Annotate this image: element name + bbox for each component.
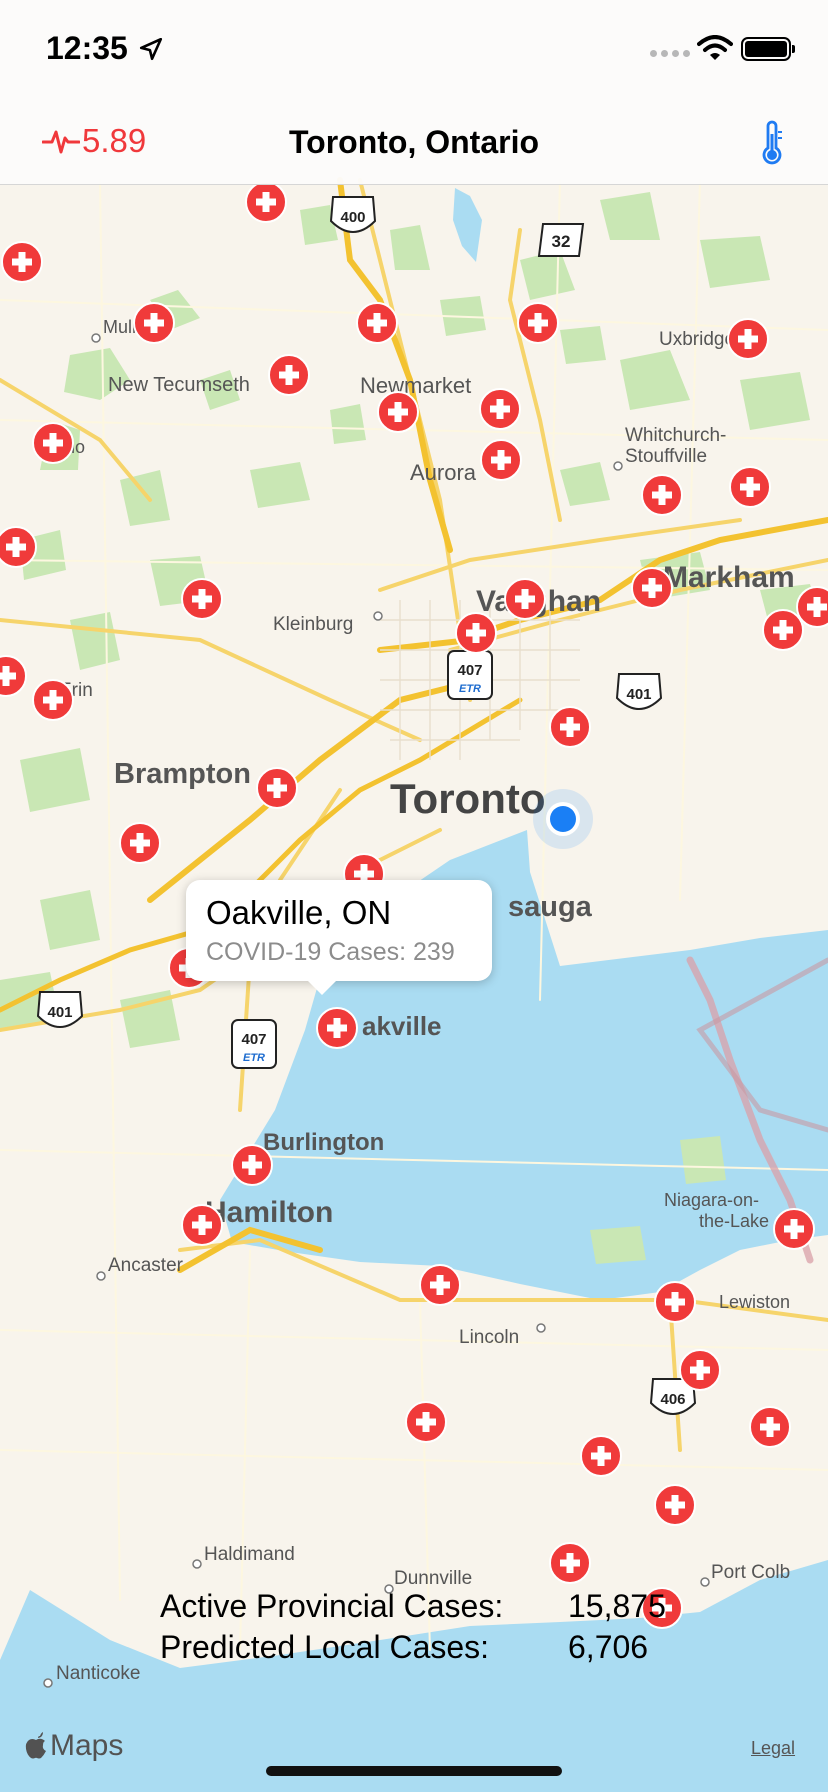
case-marker[interactable] bbox=[729, 466, 771, 508]
case-marker[interactable] bbox=[419, 1264, 461, 1306]
case-marker[interactable] bbox=[679, 1349, 721, 1391]
label-toronto: Toronto bbox=[390, 775, 546, 822]
case-marker[interactable] bbox=[654, 1484, 696, 1526]
shield-406-number: 406 bbox=[660, 1391, 685, 1408]
cellular-signal-icon bbox=[650, 50, 690, 57]
shield-407n-number: 407 bbox=[457, 662, 482, 679]
case-marker[interactable] bbox=[119, 822, 161, 864]
location-arrow-icon bbox=[139, 37, 163, 61]
label-nanticoke: Nanticoke bbox=[56, 1663, 141, 1684]
case-marker[interactable] bbox=[256, 767, 298, 809]
label-brampton: Brampton bbox=[114, 758, 251, 790]
highway-407-shield-north: 407 ETR bbox=[447, 650, 493, 700]
current-location-dot bbox=[533, 789, 593, 849]
case-marker[interactable] bbox=[32, 679, 74, 721]
case-marker[interactable] bbox=[405, 1401, 447, 1443]
label-kleinburg: Kleinburg bbox=[273, 614, 353, 635]
case-marker[interactable] bbox=[580, 1435, 622, 1477]
predicted-cases-value: 6,706 bbox=[568, 1629, 649, 1665]
shield-32-number: 32 bbox=[552, 232, 571, 251]
shield-401w-number: 401 bbox=[47, 1004, 72, 1021]
case-marker[interactable] bbox=[762, 609, 804, 651]
status-bar: 12:35 bbox=[0, 0, 828, 100]
status-time: 12:35 bbox=[46, 30, 128, 66]
case-marker[interactable] bbox=[727, 318, 769, 360]
label-ancaster: Ancaster bbox=[108, 1255, 184, 1276]
thermometer-icon[interactable] bbox=[758, 120, 786, 166]
home-indicator bbox=[266, 1766, 562, 1776]
case-marker[interactable] bbox=[245, 181, 287, 223]
case-marker[interactable] bbox=[181, 578, 223, 620]
callout-title: Oakville, ON bbox=[206, 894, 392, 931]
label-niagara-1: Niagara-on- bbox=[664, 1190, 759, 1210]
label-whitchurch-2: Stouffville bbox=[625, 446, 707, 467]
label-uxbridge: Uxbridge bbox=[659, 329, 735, 350]
case-marker[interactable] bbox=[377, 391, 419, 433]
case-marker[interactable] bbox=[455, 612, 497, 654]
case-marker[interactable] bbox=[641, 474, 683, 516]
battery-icon bbox=[741, 37, 795, 61]
maps-logo: Maps bbox=[24, 1729, 123, 1763]
predicted-cases-row: Predicted Local Cases: 6,706 bbox=[160, 1627, 666, 1668]
highway-32-shield: 32 bbox=[537, 223, 585, 257]
case-marker[interactable] bbox=[480, 439, 522, 481]
label-oakville: akville bbox=[362, 1011, 442, 1041]
legal-link[interactable]: Legal bbox=[751, 1738, 795, 1759]
case-marker[interactable] bbox=[181, 1204, 223, 1246]
shield-400-number: 400 bbox=[340, 209, 365, 226]
callout-case-count: COVID-19 Cases: 239 bbox=[206, 938, 455, 966]
label-niagara-2: the-Lake bbox=[699, 1211, 769, 1231]
label-new-tecumseth: New Tecumseth bbox=[108, 374, 250, 396]
case-marker[interactable] bbox=[479, 388, 521, 430]
highway-401-shield-east: 401 bbox=[615, 673, 663, 710]
case-marker[interactable] bbox=[268, 354, 310, 396]
label-mississauga: sauga bbox=[508, 891, 593, 923]
case-marker[interactable] bbox=[0, 526, 37, 568]
label-lewiston: Lewiston bbox=[719, 1292, 790, 1312]
label-hamilton: Hamilton bbox=[205, 1196, 333, 1229]
predicted-cases-label: Predicted Local Cases: bbox=[160, 1629, 490, 1665]
wifi-icon bbox=[697, 35, 733, 60]
active-cases-row: Active Provincial Cases: 15,875 bbox=[160, 1586, 666, 1627]
apple-logo-icon bbox=[25, 1732, 46, 1759]
active-cases-value: 15,875 bbox=[568, 1588, 666, 1624]
shield-407w-number: 407 bbox=[241, 1031, 266, 1048]
case-marker[interactable] bbox=[517, 302, 559, 344]
case-marker[interactable] bbox=[1, 241, 43, 283]
label-haldimand: Haldimand bbox=[204, 1544, 295, 1565]
shield-407w-sub: ETR bbox=[243, 1052, 265, 1064]
case-marker[interactable] bbox=[133, 302, 175, 344]
case-marker[interactable] bbox=[356, 302, 398, 344]
case-marker[interactable] bbox=[316, 1007, 358, 1049]
case-marker[interactable] bbox=[549, 706, 591, 748]
label-whitchurch-1: Whitchurch- bbox=[625, 425, 726, 446]
case-marker[interactable] bbox=[231, 1144, 273, 1186]
shield-401e-number: 401 bbox=[626, 686, 651, 703]
shield-407n-sub: ETR bbox=[459, 683, 481, 695]
label-port-colborne: Port Colb bbox=[711, 1562, 790, 1583]
maps-label: Maps bbox=[50, 1729, 124, 1762]
label-newmarket: Newmarket bbox=[360, 373, 471, 398]
highway-400-shield: 400 bbox=[329, 196, 377, 233]
highway-407-shield-west: 407 ETR bbox=[231, 1019, 277, 1069]
case-marker[interactable] bbox=[631, 567, 673, 609]
case-marker[interactable] bbox=[654, 1281, 696, 1323]
case-marker[interactable] bbox=[749, 1406, 791, 1448]
location-callout[interactable]: Oakville, ON COVID-19 Cases: 239 bbox=[186, 880, 492, 995]
page-title: Toronto, Ontario bbox=[288, 124, 540, 160]
label-markham: Markham bbox=[663, 561, 795, 594]
case-marker[interactable] bbox=[32, 422, 74, 464]
case-marker[interactable] bbox=[504, 578, 546, 620]
label-burlington: Burlington bbox=[263, 1129, 384, 1156]
active-cases-label: Active Provincial Cases: bbox=[160, 1588, 504, 1624]
case-stats: Active Provincial Cases: 15,875 Predicte… bbox=[160, 1586, 666, 1668]
navigation-bar: 5.89 Toronto, Ontario bbox=[0, 100, 828, 185]
highway-401-shield-west: 401 bbox=[36, 991, 84, 1028]
case-marker[interactable] bbox=[773, 1208, 815, 1250]
case-marker[interactable] bbox=[549, 1542, 591, 1584]
label-aurora: Aurora bbox=[410, 460, 477, 485]
label-lincoln: Lincoln bbox=[459, 1327, 519, 1348]
